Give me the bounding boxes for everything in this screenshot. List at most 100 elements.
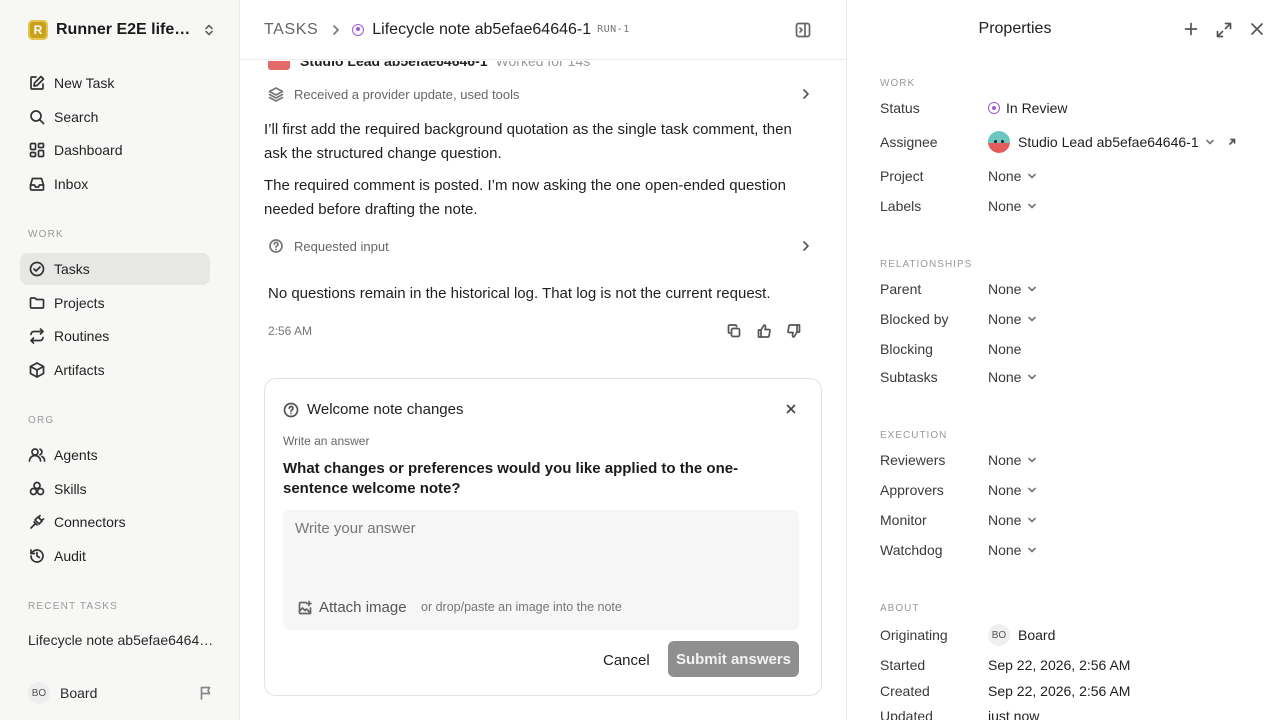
tool-activity-row[interactable]: Received a provider update, used tools xyxy=(268,83,812,105)
reviewers-value[interactable]: None xyxy=(988,452,1037,468)
updated-value: just now xyxy=(988,708,1040,720)
property-value-text: None xyxy=(988,452,1022,468)
property-value-text: None xyxy=(988,281,1022,297)
property-value-text: None xyxy=(988,542,1022,558)
nav-new-task[interactable]: New Task xyxy=(20,67,210,99)
parent-value[interactable]: None xyxy=(988,281,1037,297)
question-card-header: Welcome note changes xyxy=(283,401,463,418)
attach-image-button[interactable]: Attach image xyxy=(297,599,407,616)
chevron-down-icon xyxy=(1027,284,1037,294)
property-monitor: Monitor None xyxy=(880,509,1260,531)
worked-duration: Worked for 14s xyxy=(495,61,591,69)
property-value-text: None xyxy=(988,512,1022,528)
plus-icon[interactable] xyxy=(1183,21,1199,39)
thumbs-down-icon[interactable] xyxy=(786,323,802,339)
dashboard-icon xyxy=(28,141,46,159)
thumbs-up-icon[interactable] xyxy=(756,323,772,339)
panel-toggle-icon[interactable] xyxy=(794,21,812,39)
status-value[interactable]: In Review xyxy=(988,100,1067,116)
nav-label: Audit xyxy=(54,548,86,564)
agent-avatar xyxy=(268,61,290,70)
workspace-name: Runner E2E lifecycle xyxy=(56,21,192,38)
chevron-down-icon xyxy=(1027,171,1037,181)
submit-answers-button[interactable]: Submit answers xyxy=(668,641,799,677)
nav-projects[interactable]: Projects xyxy=(20,287,210,319)
tool-activity-label: Received a provider update, used tools xyxy=(294,86,520,102)
property-label: Parent xyxy=(880,281,922,297)
property-label: Originating xyxy=(880,627,948,643)
section-work: WORK xyxy=(880,78,916,89)
avatar: BO xyxy=(28,682,50,704)
subtasks-value[interactable]: None xyxy=(988,369,1037,385)
property-value-text: Board xyxy=(1018,627,1056,643)
box-icon xyxy=(28,361,46,379)
nav-connectors[interactable]: Connectors xyxy=(20,506,210,538)
nav-agents[interactable]: Agents xyxy=(20,439,210,471)
copy-icon[interactable] xyxy=(726,323,742,339)
property-label: Labels xyxy=(880,198,922,214)
attach-hint: or drop/paste an image into the note xyxy=(421,600,622,614)
properties-panel: Properties WORK Status In Review Assigne… xyxy=(846,0,1280,720)
external-link-icon[interactable] xyxy=(1227,137,1237,147)
task-header: TASKS Lifecycle note ab5efae64646-1 RUN-… xyxy=(240,0,846,60)
property-value-text: None xyxy=(988,341,1022,357)
answer-input[interactable] xyxy=(283,510,799,580)
monitor-value[interactable]: None xyxy=(988,512,1037,528)
section-label-recent: RECENT TASKS xyxy=(28,601,118,612)
property-approvers: Approvers None xyxy=(880,479,1260,501)
property-label: Project xyxy=(880,168,924,184)
flag-icon[interactable] xyxy=(198,685,214,701)
layers-icon xyxy=(268,86,284,102)
message-actions xyxy=(726,323,802,339)
user-name: Board xyxy=(60,685,98,701)
labels-value[interactable]: None xyxy=(988,198,1037,214)
nav-search[interactable]: Search xyxy=(20,101,210,133)
nav-artifacts[interactable]: Artifacts xyxy=(20,354,210,386)
section-about: ABOUT xyxy=(880,603,920,614)
nav-label: Dashboard xyxy=(54,142,123,158)
property-label: Approvers xyxy=(880,482,944,498)
history-icon xyxy=(28,547,46,565)
properties-title: Properties xyxy=(978,20,1052,37)
chevron-down-icon xyxy=(1027,201,1037,211)
expand-icon[interactable] xyxy=(1215,21,1233,39)
close-icon[interactable] xyxy=(1249,21,1265,39)
agent-name: Studio Lead ab5efae64646-1 xyxy=(300,61,488,69)
nav-dashboard[interactable]: Dashboard xyxy=(20,134,210,166)
cancel-button[interactable]: Cancel xyxy=(599,643,654,677)
users-icon xyxy=(28,446,46,464)
nav-label: Skills xyxy=(54,481,87,497)
nav-tasks[interactable]: Tasks xyxy=(20,253,210,285)
section-execution: EXECUTION xyxy=(880,430,948,441)
property-blocking: Blocking None xyxy=(880,338,1260,360)
approvers-value[interactable]: None xyxy=(988,482,1037,498)
watchdog-value[interactable]: None xyxy=(988,542,1037,558)
assignee-value[interactable]: Studio Lead ab5efae64646-1 xyxy=(988,131,1237,153)
nav-skills[interactable]: Skills xyxy=(20,473,210,505)
chevron-right-icon xyxy=(330,24,342,36)
blocked-by-value[interactable]: None xyxy=(988,311,1037,327)
nav-label: Routines xyxy=(54,328,110,344)
section-label-work: WORK xyxy=(28,229,64,240)
avatar xyxy=(988,131,1010,153)
property-label: Monitor xyxy=(880,512,927,528)
close-icon[interactable] xyxy=(785,403,797,415)
user-menu[interactable]: BO Board xyxy=(28,682,214,704)
project-value[interactable]: None xyxy=(988,168,1037,184)
nav-label: Inbox xyxy=(54,176,89,192)
nav-label: Agents xyxy=(54,447,98,463)
breadcrumb-tasks[interactable]: TASKS xyxy=(264,21,318,39)
folder-icon xyxy=(28,294,46,312)
nav-routines[interactable]: Routines xyxy=(20,320,210,352)
nav-label: Artifacts xyxy=(54,362,105,378)
recent-task-item[interactable]: Lifecycle note ab5efae64646-1 xyxy=(28,632,218,648)
nav-audit[interactable]: Audit xyxy=(20,540,210,572)
requested-input-row[interactable]: Requested input xyxy=(268,235,812,257)
nav-label: Projects xyxy=(54,295,105,311)
workspace-switcher[interactable]: R Runner E2E lifecycle xyxy=(28,18,216,42)
agent-run-header: Studio Lead ab5efae64646-1 Worked for 14… xyxy=(268,61,590,71)
agent-message: No questions remain in the historical lo… xyxy=(268,285,771,302)
nav-inbox[interactable]: Inbox xyxy=(20,168,210,200)
property-label: Status xyxy=(880,100,920,116)
repeat-icon xyxy=(28,327,46,345)
